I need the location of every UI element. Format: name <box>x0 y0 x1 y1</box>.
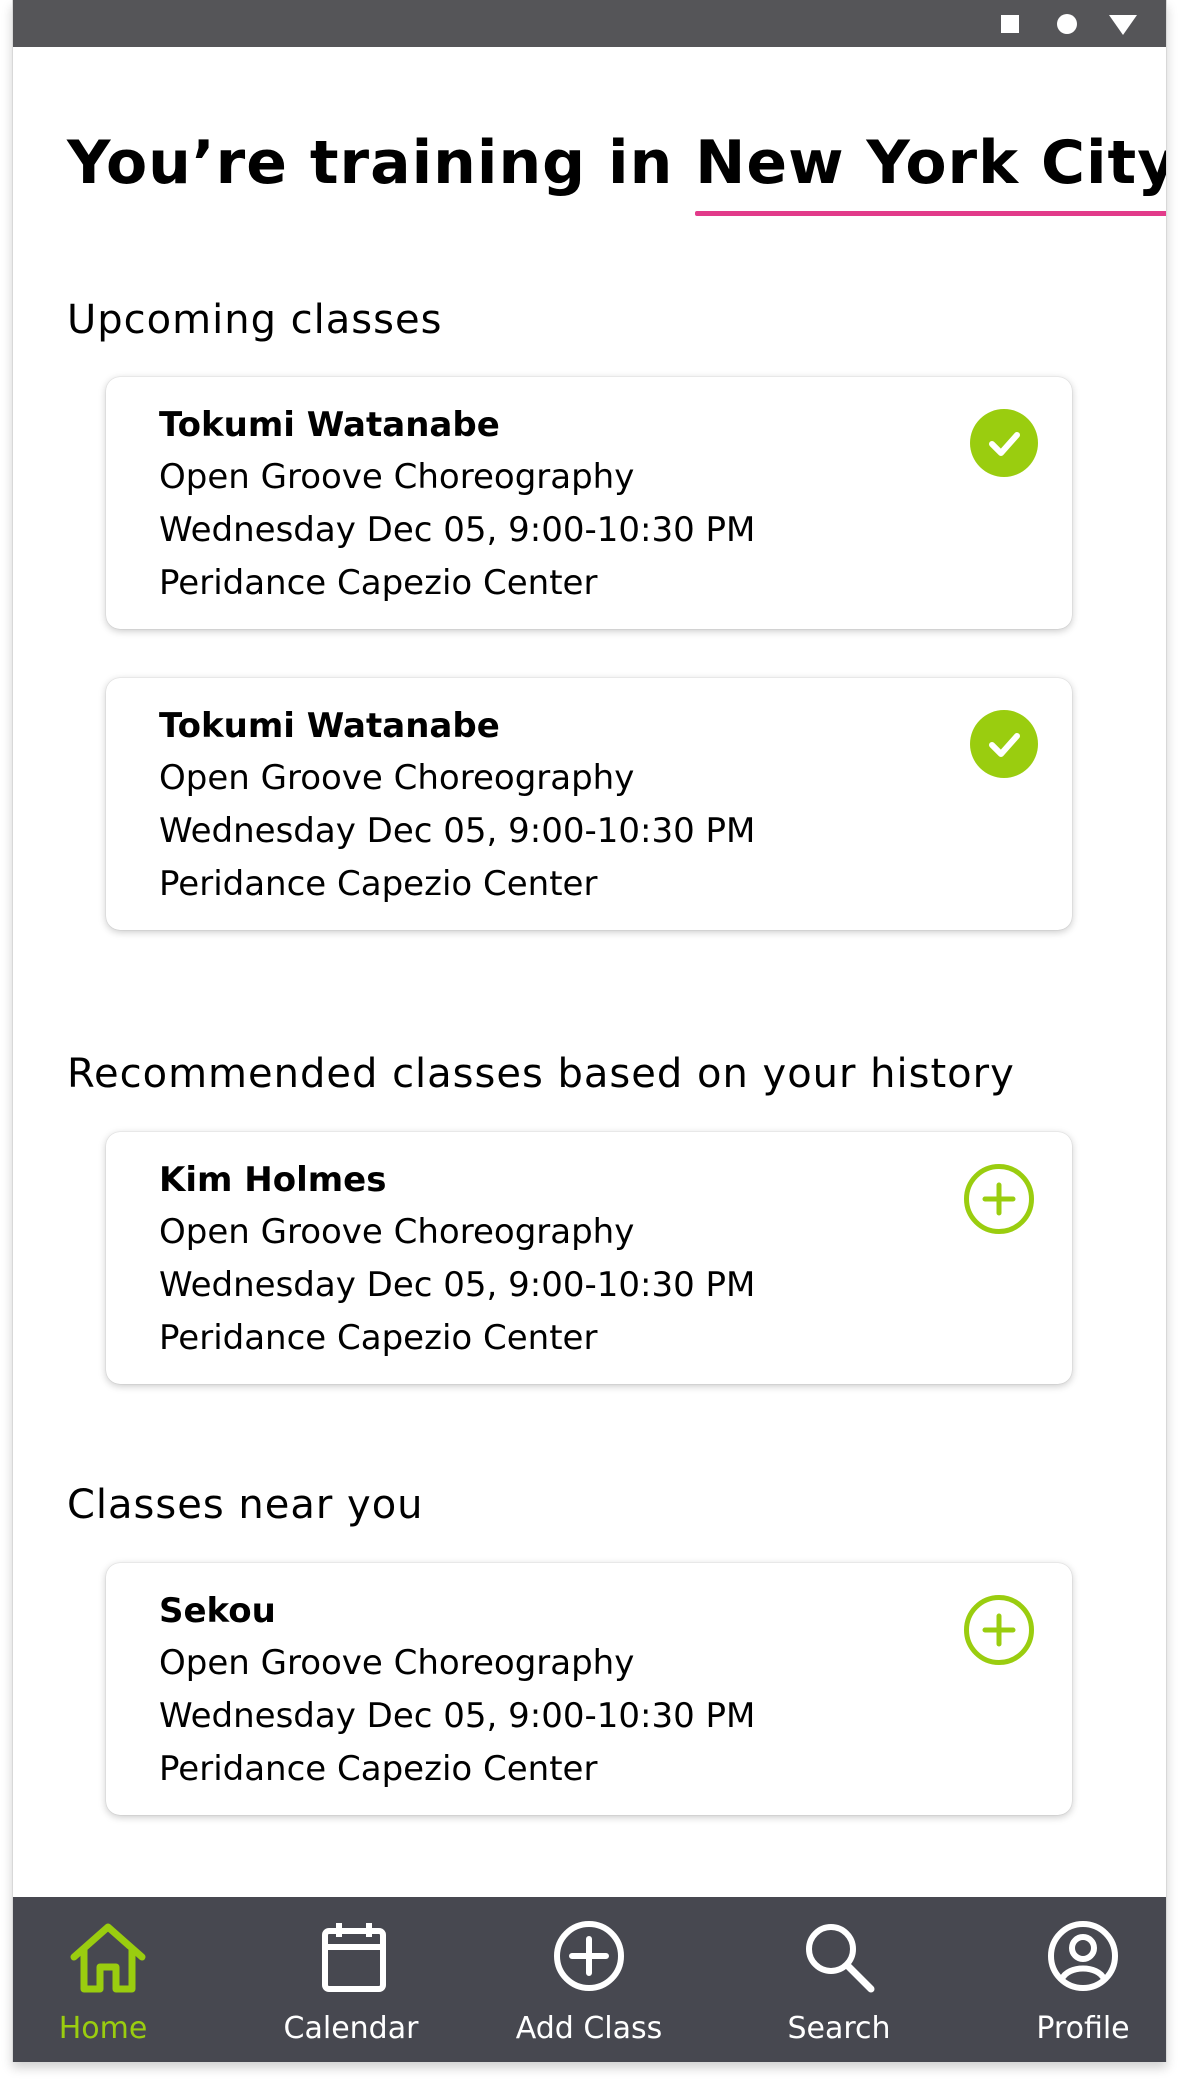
plus-circle-icon[interactable] <box>964 1595 1034 1665</box>
instructor-name: Tokumi Watanabe <box>159 706 500 746</box>
page-title: You’re training in New York City <box>67 128 1166 216</box>
class-card-near-1[interactable]: Sekou Open Groove Choreography Wednesday… <box>106 1563 1072 1815</box>
class-location: Peridance Capezio Center <box>159 864 598 904</box>
add-circle-icon <box>554 1921 624 1991</box>
class-name: Open Groove Choreography <box>159 457 635 497</box>
triangle-down-icon <box>1109 15 1137 35</box>
nav-item-home[interactable]: Home <box>13 1897 203 2062</box>
nav-label-add-class: Add Class <box>515 2011 663 2046</box>
class-time: Wednesday Dec 05, 9:00-10:30 PM <box>159 1265 756 1305</box>
status-bar <box>13 0 1166 47</box>
city-selector[interactable]: New York City <box>695 128 1166 216</box>
search-icon <box>806 1924 875 1993</box>
nav-label-calendar: Calendar <box>283 2011 419 2046</box>
calendar-icon <box>322 1923 386 1992</box>
app-screen: You’re training in New York City Upcomin… <box>12 0 1167 2062</box>
class-name: Open Groove Choreography <box>159 758 635 798</box>
class-card-recommended-1[interactable]: Kim Holmes Open Groove Choreography Wedn… <box>106 1132 1072 1384</box>
nav-item-profile[interactable]: Profile <box>983 1897 1166 2062</box>
section-title-recommended: Recommended classes based on your histor… <box>67 1051 1015 1097</box>
plus-circle-icon[interactable] <box>964 1164 1034 1234</box>
nav-item-search[interactable]: Search <box>739 1897 939 2062</box>
section-title-upcoming: Upcoming classes <box>67 297 443 343</box>
class-name: Open Groove Choreography <box>159 1643 635 1683</box>
class-location: Peridance Capezio Center <box>159 1318 598 1358</box>
circle-icon <box>1057 14 1077 34</box>
profile-icon <box>1048 1921 1118 1991</box>
class-card-upcoming-1[interactable]: Tokumi Watanabe Open Groove Choreography… <box>106 377 1072 629</box>
nav-item-calendar[interactable]: Calendar <box>251 1897 451 2062</box>
class-name: Open Groove Choreography <box>159 1212 635 1252</box>
nav-label-home: Home <box>58 2011 148 2046</box>
instructor-name: Sekou <box>159 1591 276 1631</box>
title-prefix: You’re training in <box>67 128 696 198</box>
section-title-near: Classes near you <box>67 1482 424 1528</box>
nav-label-profile: Profile <box>1036 2011 1130 2046</box>
check-circle-icon[interactable] <box>970 710 1038 778</box>
class-time: Wednesday Dec 05, 9:00-10:30 PM <box>159 811 756 851</box>
instructor-name: Kim Holmes <box>159 1160 387 1200</box>
nav-label-search: Search <box>787 2011 891 2046</box>
check-circle-icon[interactable] <box>970 409 1038 477</box>
class-location: Peridance Capezio Center <box>159 563 598 603</box>
nav-item-add-class[interactable]: Add Class <box>489 1897 689 2062</box>
class-time: Wednesday Dec 05, 9:00-10:30 PM <box>159 1696 756 1736</box>
home-icon <box>70 1923 146 1993</box>
class-location: Peridance Capezio Center <box>159 1749 598 1789</box>
bottom-nav: Home Calendar Add Class Search Profile <box>13 1897 1166 2062</box>
class-card-upcoming-2[interactable]: Tokumi Watanabe Open Groove Choreography… <box>106 678 1072 930</box>
instructor-name: Tokumi Watanabe <box>159 405 500 445</box>
class-time: Wednesday Dec 05, 9:00-10:30 PM <box>159 510 756 550</box>
square-icon <box>1001 15 1019 33</box>
